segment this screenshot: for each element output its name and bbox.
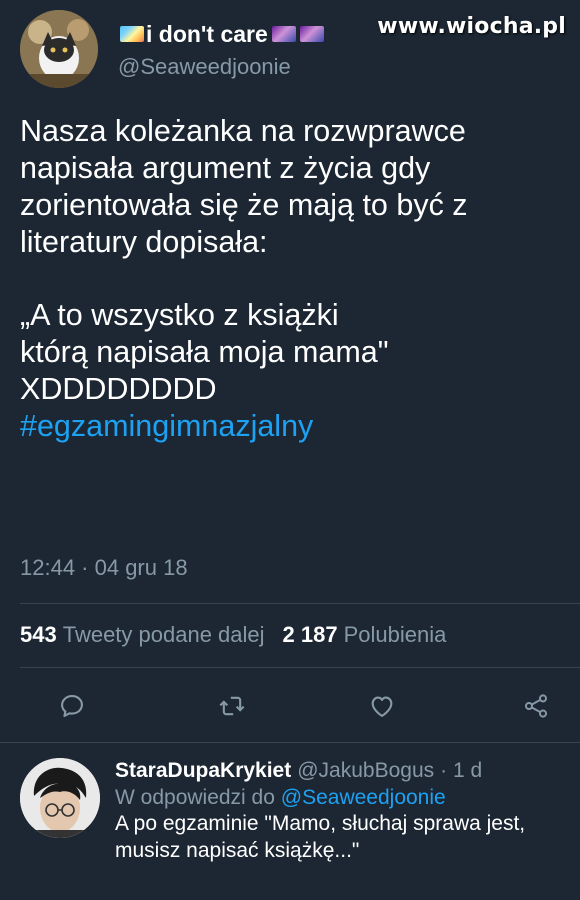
- share-icon: [524, 694, 548, 718]
- reply-icon: [61, 695, 83, 717]
- tweet-stats: 543 Tweety podane dalej 2 187 Polubienia: [20, 622, 446, 648]
- galaxy-emoji-icon: [271, 26, 296, 42]
- tweet-header: i don't care @Seaweedjoonie: [20, 10, 326, 88]
- avatar-image: [20, 10, 98, 88]
- heart-icon: [371, 696, 393, 717]
- avatar[interactable]: [20, 10, 98, 88]
- rainbow-emoji-icon: [120, 26, 144, 42]
- retweet-label[interactable]: Tweety podane dalej: [63, 622, 265, 648]
- avatar[interactable]: [20, 758, 100, 838]
- like-count[interactable]: 2 187: [283, 622, 338, 648]
- reply-button[interactable]: [52, 686, 92, 726]
- reply-handle[interactable]: @JakubBogus: [297, 758, 434, 785]
- display-name-text: i don't care: [146, 20, 268, 47]
- retweet-icon: [219, 696, 245, 716]
- hashtag-link[interactable]: #egzamingimnazjalny: [20, 409, 313, 443]
- tweet-timestamp[interactable]: 12:44 · 04 gru 18: [20, 555, 188, 581]
- like-button[interactable]: [362, 686, 402, 726]
- tweet-actions: [0, 686, 580, 726]
- reply-time[interactable]: · 1 d: [440, 758, 482, 785]
- reply-content: StaraDupaKrykiet @JakubBogus · 1 d W odp…: [115, 758, 575, 865]
- share-button[interactable]: [516, 686, 556, 726]
- retweet-count[interactable]: 543: [20, 622, 57, 648]
- reply-display-name[interactable]: StaraDupaKrykiet: [115, 758, 291, 785]
- tweet-text: Nasza koleżanka na rozwprawce napisała a…: [20, 114, 468, 407]
- divider: [0, 742, 580, 743]
- site-watermark: www.wiocha.pl: [377, 14, 566, 39]
- galaxy-emoji-icon: [299, 26, 324, 42]
- reply-header: StaraDupaKrykiet @JakubBogus · 1 d: [115, 758, 575, 785]
- reply-text: A po egzaminie "Mamo, słuchaj sprawa jes…: [115, 812, 526, 862]
- retweet-button[interactable]: [212, 686, 252, 726]
- display-name[interactable]: i don't care: [118, 18, 326, 50]
- tweet-body: Nasza koleżanka na rozwprawce napisała a…: [20, 113, 568, 445]
- divider: [20, 667, 580, 668]
- mention-link[interactable]: @Seaweedjoonie: [281, 786, 446, 809]
- avatar-image: [20, 758, 100, 838]
- user-handle[interactable]: @Seaweedjoonie: [118, 54, 326, 80]
- divider: [20, 603, 580, 604]
- in-reply-to: W odpowiedzi do @Seaweedjoonie: [115, 785, 575, 812]
- in-reply-to-label: W odpowiedzi do: [115, 785, 275, 809]
- like-label[interactable]: Polubienia: [344, 622, 447, 648]
